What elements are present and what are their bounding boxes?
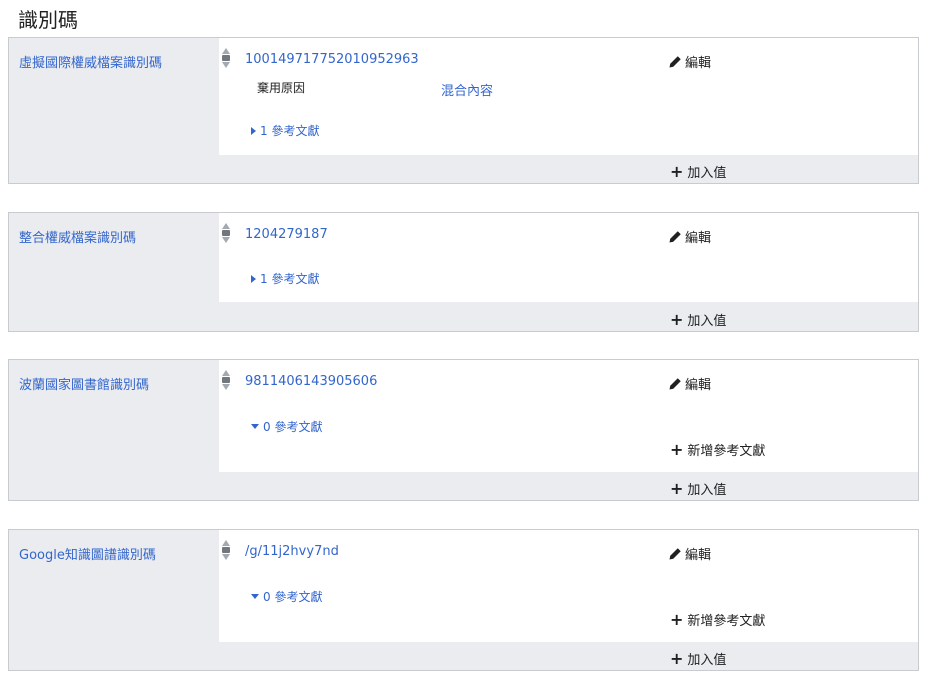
pencil-icon <box>669 378 681 390</box>
statement-body: 9811406143905606 編輯 0 參考文獻 + 新增參考文獻 <box>219 360 918 472</box>
caret-down-icon <box>251 594 259 599</box>
pencil-icon <box>669 56 681 68</box>
pencil-icon <box>669 231 681 243</box>
references-toggle[interactable]: 0 參考文獻 <box>251 588 322 605</box>
references-toggle[interactable]: 0 參考文獻 <box>251 418 322 435</box>
property-label-link[interactable]: 整合權威檔案識別碼 <box>19 227 136 246</box>
statement-body: /g/11j2hvy7nd 編輯 0 參考文獻 + 新增參考文獻 <box>219 530 918 642</box>
references-toggle[interactable]: 1 參考文獻 <box>251 270 319 287</box>
property-label-link[interactable]: 波蘭國家圖書館識別碼 <box>19 374 149 393</box>
edit-label: 編輯 <box>685 231 712 246</box>
plus-icon: + <box>670 162 684 181</box>
plus-icon: + <box>670 440 684 459</box>
statement-value-link[interactable]: 100149717752010952963 <box>245 52 419 67</box>
property-label-link[interactable]: Google知識圖譜識別碼 <box>19 544 156 563</box>
caret-down-icon <box>251 424 259 429</box>
qualifier-value-link[interactable]: 混合內容 <box>441 80 493 99</box>
statement-group: Google知識圖譜識別碼 /g/11j2hvy7nd 編輯 0 參考文獻 + … <box>8 529 919 671</box>
plus-icon: + <box>670 649 684 668</box>
qualifier-property-label: 棄用原因 <box>257 81 306 95</box>
section-title: 識別碼 <box>18 8 78 32</box>
edit-label: 編輯 <box>685 378 712 393</box>
add-reference-button[interactable]: + 新增參考文獻 <box>670 610 765 630</box>
edit-label: 編輯 <box>685 548 712 563</box>
statement-group: 整合權威檔案識別碼 1204279187 編輯 1 參考文獻 + 加入值 <box>8 212 919 332</box>
add-value-button[interactable]: + 加入值 <box>670 479 726 499</box>
statement-value-link[interactable]: 1204279187 <box>245 227 328 242</box>
rank-selector-icon[interactable] <box>221 540 231 562</box>
plus-icon: + <box>670 310 684 329</box>
references-toggle[interactable]: 1 參考文獻 <box>251 122 319 139</box>
statement-group: 虛擬國際權威檔案識別碼 100149717752010952963 編輯 棄用原… <box>8 37 919 184</box>
pencil-icon <box>669 548 681 560</box>
edit-button[interactable]: 編輯 <box>668 374 711 393</box>
statement-group: 波蘭國家圖書館識別碼 9811406143905606 編輯 0 參考文獻 + … <box>8 359 919 501</box>
property-label-link[interactable]: 虛擬國際權威檔案識別碼 <box>19 52 162 71</box>
statement-body: 1204279187 編輯 1 參考文獻 <box>219 213 918 302</box>
caret-right-icon <box>251 274 256 283</box>
statement-body: 100149717752010952963 編輯 棄用原因 混合內容 1 參考文… <box>219 38 918 155</box>
rank-selector-icon[interactable] <box>221 370 231 392</box>
add-value-button[interactable]: + 加入值 <box>670 649 726 669</box>
add-reference-button[interactable]: + 新增參考文獻 <box>670 440 765 460</box>
statement-value-link[interactable]: 9811406143905606 <box>245 374 377 389</box>
add-value-button[interactable]: + 加入值 <box>670 310 726 330</box>
edit-button[interactable]: 編輯 <box>668 52 711 71</box>
edit-label: 編輯 <box>685 56 712 71</box>
add-value-button[interactable]: + 加入值 <box>670 162 726 182</box>
plus-icon: + <box>670 610 684 629</box>
edit-button[interactable]: 編輯 <box>668 227 711 246</box>
statement-value-link[interactable]: /g/11j2hvy7nd <box>245 544 339 559</box>
edit-button[interactable]: 編輯 <box>668 544 711 563</box>
plus-icon: + <box>670 479 684 498</box>
rank-selector-icon[interactable] <box>221 223 231 245</box>
caret-right-icon <box>251 126 256 135</box>
rank-selector-icon[interactable] <box>221 48 231 70</box>
